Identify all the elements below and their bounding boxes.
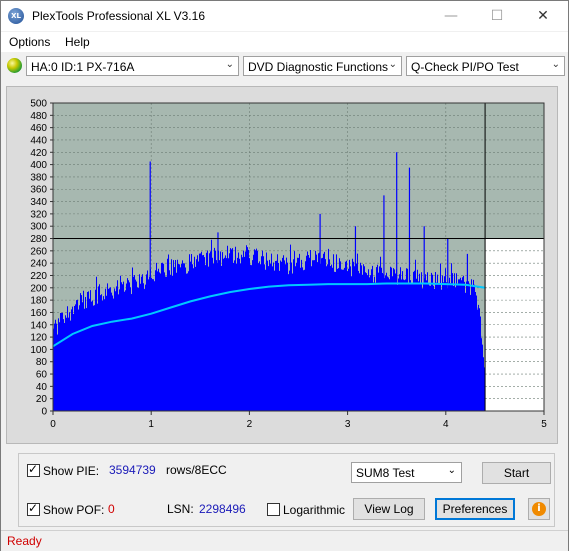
chevron-down-icon: ⌄	[447, 465, 456, 476]
menu-options[interactable]: Options	[9, 35, 50, 49]
y-tick-label: 440	[30, 135, 47, 146]
test-select[interactable]: Q-Check PI/PO Test ⌄	[406, 56, 565, 76]
lsn-label: LSN:	[167, 502, 194, 516]
y-tick-label: 280	[30, 234, 47, 245]
y-tick-label: 260	[30, 246, 47, 257]
menu-help[interactable]: Help	[65, 35, 90, 49]
x-tick-label: 0	[50, 419, 56, 430]
y-tick-label: 360	[30, 185, 47, 196]
info-button[interactable]: i	[528, 498, 550, 520]
status-bar: Ready	[1, 530, 568, 551]
y-tick-label: 480	[30, 111, 47, 122]
app-logo-icon: XL	[8, 8, 24, 24]
chevron-down-icon: ⌄	[225, 59, 234, 70]
test-select-value: Q-Check PI/PO Test	[411, 60, 519, 74]
y-tick-label: 320	[30, 209, 47, 220]
x-tick-label: 2	[247, 419, 253, 430]
y-tick-label: 0	[41, 407, 47, 418]
y-tick-label: 460	[30, 123, 47, 134]
x-tick-label: 1	[148, 419, 154, 430]
disc-drive-icon	[7, 58, 22, 73]
status-text: Ready	[7, 534, 42, 548]
info-icon: i	[532, 502, 546, 516]
y-tick-label: 80	[36, 357, 48, 368]
function-select[interactable]: DVD Diagnostic Functions ⌄	[243, 56, 402, 76]
main-window: XL PlexTools Professional XL V3.16 — ☐ ✕…	[0, 0, 569, 551]
window-title: PlexTools Professional XL V3.16	[32, 9, 205, 23]
logarithmic-checkbox[interactable]	[267, 503, 280, 516]
y-tick-label: 220	[30, 271, 47, 282]
y-tick-label: 380	[30, 172, 47, 183]
show-pof-checkbox[interactable]	[27, 501, 40, 516]
y-tick-label: 240	[30, 259, 47, 270]
pie-unit: rows/8ECC	[166, 463, 227, 477]
view-log-button[interactable]: View Log	[353, 498, 425, 520]
y-tick-label: 340	[30, 197, 47, 208]
pie-value: 3594739	[109, 463, 156, 477]
test-mode-select[interactable]: SUM8 Test ⌄	[351, 462, 462, 483]
y-tick-label: 100	[30, 345, 47, 356]
start-button[interactable]: Start	[482, 462, 551, 484]
y-tick-label: 120	[30, 333, 47, 344]
logarithmic-label: Logarithmic	[283, 503, 346, 517]
x-tick-label: 4	[443, 419, 449, 430]
function-select-value: DVD Diagnostic Functions	[248, 60, 389, 74]
y-tick-label: 160	[30, 308, 47, 319]
y-tick-label: 20	[36, 394, 48, 405]
y-tick-label: 500	[30, 99, 47, 110]
y-tick-label: 420	[30, 148, 47, 159]
pie-chart-svg: 0204060801001201401601802002202402602803…	[30, 99, 547, 431]
test-mode-value: SUM8 Test	[356, 466, 415, 480]
close-button[interactable]: ✕	[520, 1, 566, 31]
y-tick-label: 300	[30, 222, 47, 233]
minimize-button[interactable]: —	[428, 1, 474, 31]
x-tick-label: 3	[345, 419, 351, 430]
drive-select[interactable]: HA:0 ID:1 PX-716A ⌄	[26, 56, 239, 76]
maximize-button[interactable]: ☐	[474, 1, 520, 31]
menu-bar: Options Help	[1, 32, 568, 52]
pof-value: 0	[108, 502, 115, 516]
chevron-down-icon: ⌄	[388, 59, 397, 70]
y-tick-label: 140	[30, 320, 47, 331]
drive-select-value: HA:0 ID:1 PX-716A	[31, 60, 135, 74]
preferences-button[interactable]: Preferences	[435, 498, 515, 520]
y-tick-label: 180	[30, 296, 47, 307]
y-tick-label: 60	[36, 370, 48, 381]
show-pof-label: Show POF:	[43, 503, 105, 517]
chevron-down-icon: ⌄	[551, 59, 560, 70]
lsn-value: 2298496	[199, 502, 246, 516]
y-tick-label: 40	[36, 382, 48, 393]
y-tick-label: 200	[30, 283, 47, 294]
show-pie-checkbox[interactable]	[27, 462, 40, 477]
chart-panel: 0 20 40 60 80 100 120 140 160 180 200 220 240 260 280 3…	[6, 86, 558, 444]
show-pie-label: Show PIE:	[43, 464, 100, 478]
title-bar: XL PlexTools Professional XL V3.16 — ☐ ✕	[1, 1, 568, 31]
y-tick-label: 400	[30, 160, 47, 171]
x-tick-label: 5	[541, 419, 547, 430]
